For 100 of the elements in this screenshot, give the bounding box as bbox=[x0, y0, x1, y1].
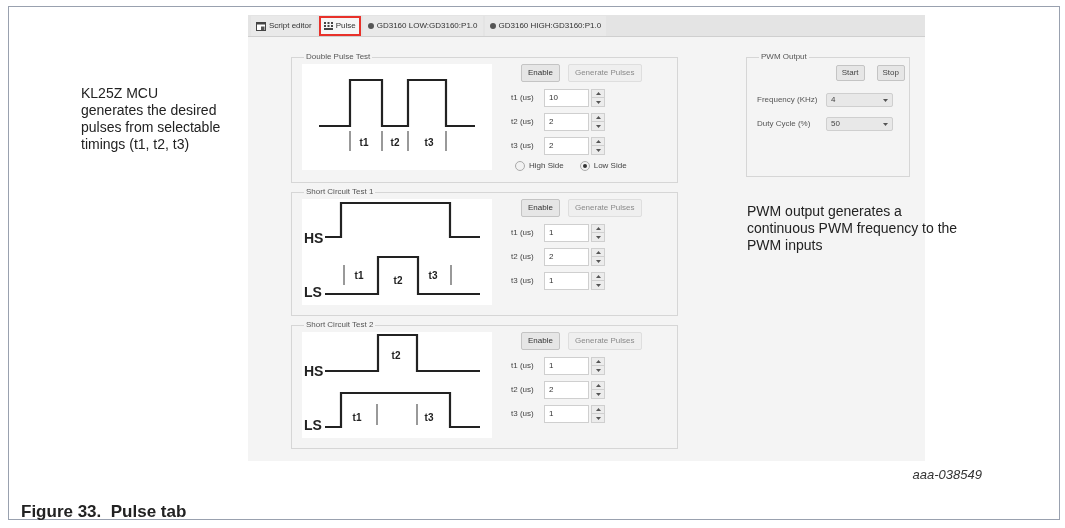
spin-down-button[interactable] bbox=[591, 390, 605, 399]
down-arrow-icon bbox=[595, 100, 601, 104]
diagram-label: t1 bbox=[359, 137, 369, 148]
radio-button[interactable] bbox=[515, 161, 525, 171]
up-arrow-icon bbox=[595, 92, 601, 95]
spin-down-button[interactable] bbox=[591, 257, 605, 266]
up-arrow-icon bbox=[595, 408, 601, 411]
radio-option[interactable]: Low Side bbox=[579, 160, 627, 172]
diagram-label: LS bbox=[304, 417, 322, 433]
radio-dot-icon bbox=[582, 164, 587, 168]
tab[interactable]: GD3160 LOW:GD3160:P1.0 bbox=[362, 16, 483, 36]
down-arrow-icon bbox=[595, 416, 601, 420]
field-label: t1 (us) bbox=[511, 227, 535, 239]
figure-id: aaa-038549 bbox=[912, 466, 982, 484]
diagram-label: t1 bbox=[352, 412, 362, 423]
diagram-label: t3 bbox=[424, 412, 434, 423]
number-field[interactable]: 2 bbox=[544, 381, 589, 399]
number-field[interactable]: 1 bbox=[544, 224, 589, 242]
field-label: t3 (us) bbox=[511, 408, 535, 420]
number-field[interactable]: 2 bbox=[544, 248, 589, 266]
caret-icon bbox=[883, 122, 888, 126]
tab[interactable]: Script editor bbox=[251, 16, 317, 36]
down-arrow-icon bbox=[595, 124, 601, 128]
group-title: PWM Output bbox=[760, 51, 808, 63]
spin-up-button[interactable] bbox=[591, 405, 605, 414]
spin-up-button[interactable] bbox=[591, 137, 605, 146]
diagram-label: HS bbox=[304, 363, 324, 379]
dot-icon bbox=[489, 23, 496, 29]
diagram-label: t1 bbox=[354, 270, 364, 281]
pwm-button[interactable]: Start bbox=[835, 65, 865, 81]
down-arrow-icon bbox=[595, 259, 601, 263]
diagram-label: LS bbox=[304, 284, 322, 300]
field-label: t2 (us) bbox=[511, 251, 535, 263]
spin-up-button[interactable] bbox=[591, 89, 605, 98]
tick-mark bbox=[407, 130, 409, 152]
caret-icon bbox=[883, 98, 888, 102]
group-title: Short Circuit Test 1 bbox=[305, 186, 375, 198]
spin-up-button[interactable] bbox=[591, 113, 605, 122]
spin-down-button[interactable] bbox=[591, 233, 605, 242]
spin-down-button[interactable] bbox=[591, 366, 605, 375]
up-arrow-icon bbox=[595, 360, 601, 363]
tick-mark bbox=[349, 130, 351, 152]
spin-down-button[interactable] bbox=[591, 414, 605, 423]
diagram-label: HS bbox=[304, 230, 324, 246]
up-arrow-icon bbox=[595, 227, 601, 230]
spin-down-button[interactable] bbox=[591, 281, 605, 290]
spin-up-button[interactable] bbox=[591, 248, 605, 257]
field-label: t3 (us) bbox=[511, 140, 535, 152]
tick-mark bbox=[376, 403, 378, 426]
spin-up-button[interactable] bbox=[591, 272, 605, 281]
enable-button[interactable]: Enable bbox=[521, 332, 560, 350]
number-field[interactable]: 2 bbox=[544, 137, 589, 155]
enable-button[interactable]: Enable bbox=[521, 64, 560, 82]
dropdown-label: Duty Cycle (%) bbox=[757, 118, 812, 130]
dropdown[interactable]: 50 bbox=[826, 117, 893, 131]
grid-icon bbox=[323, 22, 333, 30]
number-field[interactable]: 1 bbox=[544, 357, 589, 375]
number-field[interactable]: 2 bbox=[544, 113, 589, 131]
spin-down-button[interactable] bbox=[591, 98, 605, 107]
field-label: t1 (us) bbox=[511, 92, 535, 104]
radio-option[interactable]: High Side bbox=[515, 160, 564, 172]
spin-down-button[interactable] bbox=[591, 122, 605, 131]
diagram-label: t3 bbox=[428, 270, 438, 281]
number-field[interactable]: 10 bbox=[544, 89, 589, 107]
dropdown-label: Frequency (KHz) bbox=[757, 94, 819, 106]
dropdown[interactable]: 4 bbox=[826, 93, 893, 107]
spin-up-button[interactable] bbox=[591, 224, 605, 233]
pwm-button[interactable]: Stop bbox=[876, 65, 905, 81]
spin-up-button[interactable] bbox=[591, 357, 605, 366]
tick-mark bbox=[445, 130, 447, 152]
annotation-text: PWM output generates a continuous PWM frequency to the PWM inputs bbox=[747, 203, 959, 254]
up-arrow-icon bbox=[595, 384, 601, 387]
up-arrow-icon bbox=[595, 116, 601, 119]
number-field[interactable]: 1 bbox=[544, 272, 589, 290]
number-field[interactable]: 1 bbox=[544, 405, 589, 423]
tab[interactable]: GD3160 HIGH:GD3160:P1.0 bbox=[484, 16, 607, 36]
diagram-label: t2 bbox=[391, 350, 401, 361]
field-label: t1 (us) bbox=[511, 360, 535, 372]
down-arrow-icon bbox=[595, 283, 601, 287]
radio-button[interactable] bbox=[579, 161, 590, 171]
tab[interactable]: Pulse bbox=[318, 16, 361, 36]
down-arrow-icon bbox=[595, 148, 601, 152]
up-arrow-icon bbox=[595, 251, 601, 254]
annotation-text: KL25Z MCU generates the desired pulses from selectable timings (t1, t2, t3) bbox=[81, 85, 222, 153]
spin-up-button[interactable] bbox=[591, 381, 605, 390]
down-arrow-icon bbox=[595, 368, 601, 372]
group-title: Double Pulse Test bbox=[305, 51, 372, 63]
diagram-label: t3 bbox=[424, 137, 434, 148]
tick-mark bbox=[381, 130, 383, 152]
field-label: t2 (us) bbox=[511, 384, 535, 396]
enable-button[interactable]: Enable bbox=[521, 199, 560, 217]
tick-mark bbox=[450, 264, 452, 286]
group-title: Short Circuit Test 2 bbox=[305, 319, 375, 331]
down-arrow-icon bbox=[595, 235, 601, 239]
tick-mark bbox=[416, 403, 418, 426]
dot-icon bbox=[367, 23, 374, 29]
diagram-label: t2 bbox=[390, 137, 400, 148]
tick-mark bbox=[343, 264, 345, 286]
spin-down-button[interactable] bbox=[591, 146, 605, 155]
field-label: t2 (us) bbox=[511, 116, 535, 128]
